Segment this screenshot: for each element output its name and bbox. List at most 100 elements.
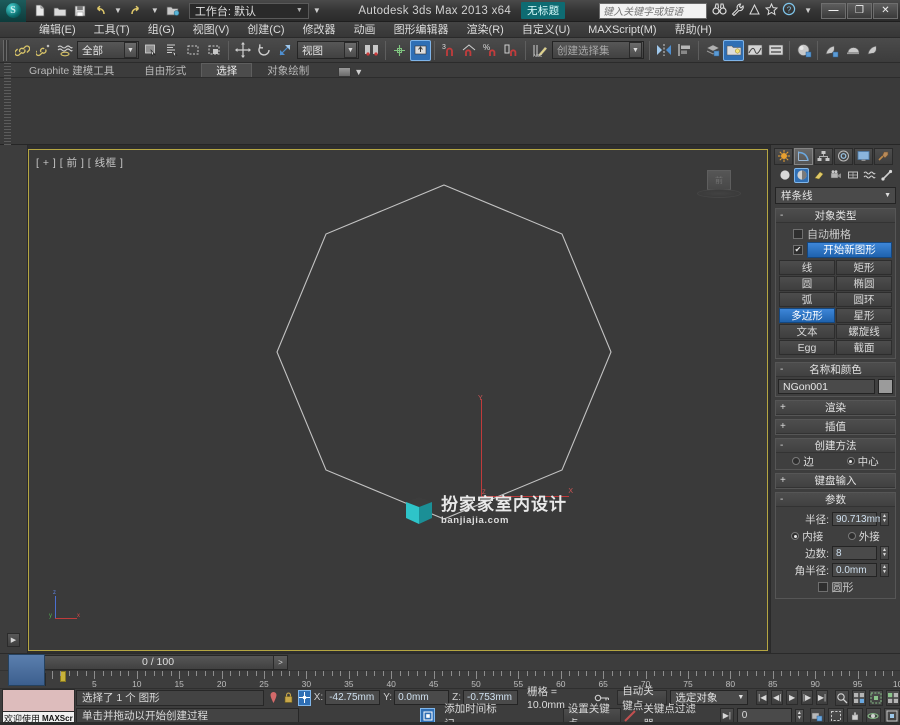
zoom-button[interactable]: [834, 689, 849, 706]
radius-spinner[interactable]: ▲ ▼: [880, 512, 889, 526]
cp-tab-display[interactable]: [854, 147, 873, 165]
cp-tab-create[interactable]: [774, 147, 793, 165]
help-dropdown-icon[interactable]: ▼: [800, 6, 816, 15]
chevron-down-icon[interactable]: ▼: [884, 192, 895, 199]
rollout-rendering-header[interactable]: + 渲染: [776, 401, 895, 415]
zoom-extents-all-button[interactable]: [885, 689, 900, 706]
rollout-creation-method-header[interactable]: - 创建方法: [776, 439, 895, 453]
scene-explorer-icon[interactable]: [723, 39, 744, 61]
rollout-parameters-header[interactable]: - 参数: [776, 493, 895, 507]
object-category-dropdown[interactable]: 样条线 ▼: [775, 187, 896, 204]
rectangular-selection-region-icon[interactable]: [183, 40, 204, 61]
play-button[interactable]: ▶: [786, 690, 799, 705]
rollout-toggle-icon[interactable]: -: [780, 439, 783, 453]
view-cube-face[interactable]: 前: [707, 170, 731, 190]
ribbon-tab-freeform[interactable]: 自由形式: [129, 63, 201, 77]
cp-tab-hierarchy[interactable]: [814, 147, 833, 165]
edit-named-selection-sets-icon[interactable]: ABC: [529, 40, 550, 61]
ribbon-minimize-control[interactable]: ▼: [324, 67, 363, 77]
select-and-manipulate-icon[interactable]: [389, 40, 410, 61]
cp-tab-utilities[interactable]: [874, 147, 893, 165]
viewport-canvas[interactable]: [ + ] [ 前 ] [ 线框 ] 前 Y X Z 扮家家室内设计 banji…: [29, 150, 767, 650]
chevron-down-icon[interactable]: ▼: [293, 7, 306, 14]
track-bar[interactable]: 5101520253035404550556065707580859095100: [0, 670, 900, 689]
absolute-relative-toggle-icon[interactable]: [297, 689, 311, 706]
render-production-icon[interactable]: [863, 40, 884, 61]
ribbon-grip[interactable]: [4, 63, 11, 145]
menu-create[interactable]: 创建(C): [238, 22, 293, 38]
obj-arc-button[interactable]: 弧: [779, 292, 835, 307]
goto-start-button[interactable]: |◀: [756, 690, 769, 705]
obj-helix-button[interactable]: 螺旋线: [836, 324, 892, 339]
viewport-label[interactable]: [ + ] [ 前 ] [ 线框 ]: [36, 155, 123, 170]
lock-selection-icon[interactable]: [283, 690, 295, 706]
align-icon[interactable]: [674, 40, 695, 61]
auto-grid-row[interactable]: 自动栅格: [779, 226, 892, 241]
chevron-down-icon[interactable]: ▼: [737, 694, 747, 701]
app-logo-icon[interactable]: S: [0, 0, 26, 22]
redo-dropdown-icon[interactable]: ▼: [147, 6, 163, 15]
bind-to-space-warp-icon[interactable]: [54, 40, 75, 61]
menu-rendering[interactable]: 渲染(R): [458, 22, 513, 38]
object-color-swatch[interactable]: [878, 379, 893, 394]
menu-graph-editors[interactable]: 图形编辑器: [385, 22, 458, 38]
chevron-down-icon[interactable]: ▼: [344, 42, 357, 58]
save-file-icon[interactable]: [70, 2, 89, 20]
wrench-icon[interactable]: [731, 2, 744, 19]
circular-row[interactable]: 圆形: [779, 579, 892, 595]
rollout-interpolation-header[interactable]: + 插值: [776, 420, 895, 434]
cat-helpers-icon[interactable]: [845, 168, 860, 183]
cat-cameras-icon[interactable]: [828, 168, 843, 183]
rollout-keyboard-entry-header[interactable]: + 键盘输入: [776, 474, 895, 488]
ribbon-tab-selection[interactable]: 选择: [201, 63, 253, 77]
corner-radius-spinner[interactable]: ▲ ▼: [880, 563, 889, 577]
obj-egg-button[interactable]: Egg: [779, 340, 835, 355]
select-and-move-icon[interactable]: [232, 40, 253, 61]
coord-x-field[interactable]: -42.75mm: [325, 690, 381, 705]
current-key-field[interactable]: 0: [736, 708, 793, 723]
pivot-point-center-icon[interactable]: [361, 40, 382, 61]
ribbon-tab-object-paint[interactable]: 对象绘制: [252, 63, 324, 77]
open-file-icon[interactable]: [50, 2, 69, 20]
select-and-link-icon[interactable]: [12, 40, 33, 61]
curve-editor-icon[interactable]: [744, 40, 765, 61]
radio-circle[interactable]: [846, 457, 855, 465]
sides-spinner[interactable]: ▲ ▼: [880, 546, 889, 560]
prev-frame-button[interactable]: ◀|: [771, 690, 784, 705]
obj-ngon-button[interactable]: 多边形: [779, 308, 835, 323]
creation-edge-radio[interactable]: 边: [792, 454, 814, 469]
angle-snap-3d-icon[interactable]: 3: [438, 40, 459, 61]
minimize-button[interactable]: —: [821, 2, 846, 19]
help-icon[interactable]: ?: [782, 2, 796, 19]
new-file-icon[interactable]: [30, 2, 49, 20]
search-input[interactable]: 键入关键字或短语: [599, 2, 708, 19]
chevron-down-icon[interactable]: ▼: [124, 42, 137, 58]
obj-donut-button[interactable]: 圆环: [836, 292, 892, 307]
object-name-field[interactable]: NGon001: [778, 379, 875, 394]
ribbon-tab-graphite[interactable]: Graphite 建模工具: [14, 63, 129, 77]
material-editor-icon[interactable]: [793, 40, 814, 61]
gizmo-y-axis[interactable]: [481, 399, 482, 497]
cat-shapes-icon[interactable]: [794, 167, 809, 183]
rollout-toggle-icon[interactable]: -: [780, 209, 783, 223]
corner-radius-field[interactable]: 0.0mm: [832, 563, 877, 577]
obj-star-button[interactable]: 星形: [836, 308, 892, 323]
angle-snap-toggle-icon[interactable]: [459, 40, 480, 61]
obj-text-button[interactable]: 文本: [779, 324, 835, 339]
toolbar-grip[interactable]: [3, 39, 9, 61]
menu-edit[interactable]: 编辑(E): [30, 22, 85, 38]
cp-tab-motion[interactable]: [834, 147, 853, 165]
view-cube[interactable]: 前: [697, 170, 741, 202]
set-key-button[interactable]: 设置关键点: [562, 703, 621, 725]
cat-space-warps-icon[interactable]: [862, 168, 877, 183]
reference-coordinate-dropdown[interactable]: 视图 ▼: [297, 41, 359, 59]
rollout-toggle-icon[interactable]: +: [780, 401, 786, 415]
obj-section-button[interactable]: 截面: [836, 340, 892, 355]
rollout-toggle-icon[interactable]: +: [780, 474, 786, 488]
cat-geometry-icon[interactable]: [777, 168, 792, 183]
cat-lights-icon[interactable]: [811, 168, 826, 183]
maxscript-mini-listener[interactable]: 欢迎使用 MAXScr: [2, 689, 75, 725]
menu-tools[interactable]: 工具(T): [85, 22, 139, 38]
menu-maxscript[interactable]: MAXScript(M): [579, 22, 665, 38]
subscription-icon[interactable]: [748, 3, 761, 19]
